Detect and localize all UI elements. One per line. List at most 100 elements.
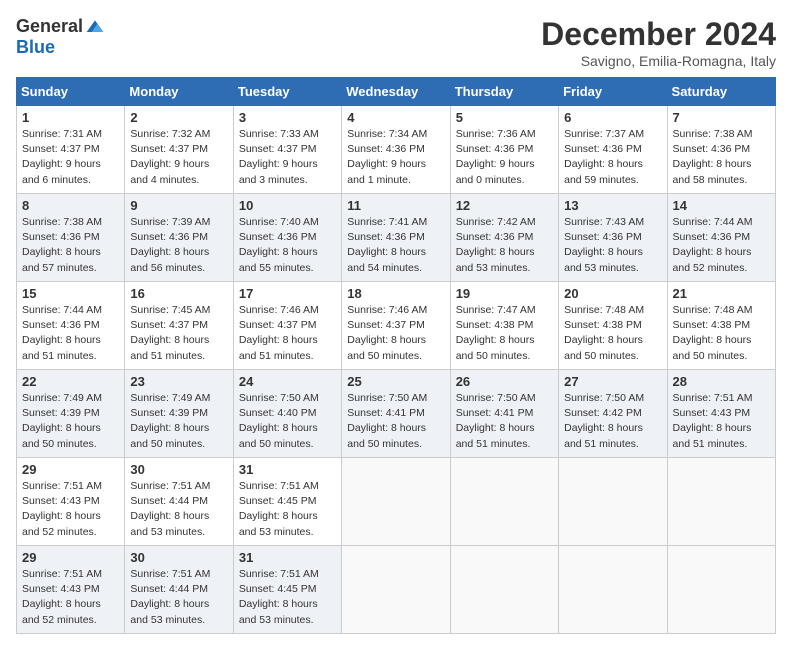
day-info: Sunrise: 7:48 AMSunset: 4:38 PMDaylight:…	[564, 303, 661, 364]
calendar-cell: 16 Sunrise: 7:45 AMSunset: 4:37 PMDaylig…	[125, 282, 233, 370]
day-number: 26	[456, 374, 553, 389]
calendar-cell: 17 Sunrise: 7:46 AMSunset: 4:37 PMDaylig…	[233, 282, 341, 370]
day-number: 6	[564, 110, 661, 125]
day-info: Sunrise: 7:46 AMSunset: 4:37 PMDaylight:…	[239, 303, 336, 364]
location-text: Savigno, Emilia-Romagna, Italy	[541, 53, 776, 69]
day-number: 5	[456, 110, 553, 125]
title-section: December 2024 Savigno, Emilia-Romagna, I…	[541, 16, 776, 69]
logo-icon	[85, 17, 105, 37]
day-info: Sunrise: 7:42 AMSunset: 4:36 PMDaylight:…	[456, 215, 553, 276]
calendar-cell: 28 Sunrise: 7:51 AMSunset: 4:43 PMDaylig…	[667, 370, 775, 458]
day-info: Sunrise: 7:50 AMSunset: 4:40 PMDaylight:…	[239, 391, 336, 452]
calendar-cell: 25 Sunrise: 7:50 AMSunset: 4:41 PMDaylig…	[342, 370, 450, 458]
day-number: 31	[239, 462, 336, 477]
month-title: December 2024	[541, 16, 776, 53]
day-number: 16	[130, 286, 227, 301]
calendar-cell: 26 Sunrise: 7:50 AMSunset: 4:41 PMDaylig…	[450, 370, 558, 458]
day-number: 2	[130, 110, 227, 125]
day-number: 20	[564, 286, 661, 301]
calendar-table: SundayMondayTuesdayWednesdayThursdayFrid…	[16, 77, 776, 634]
calendar-cell: 31 Sunrise: 7:51 AMSunset: 4:45 PMDaylig…	[233, 546, 341, 634]
day-info: Sunrise: 7:50 AMSunset: 4:41 PMDaylight:…	[456, 391, 553, 452]
day-info: Sunrise: 7:47 AMSunset: 4:38 PMDaylight:…	[456, 303, 553, 364]
day-info: Sunrise: 7:33 AMSunset: 4:37 PMDaylight:…	[239, 127, 336, 188]
calendar-header-monday: Monday	[125, 78, 233, 106]
logo-blue-text: Blue	[16, 37, 55, 58]
day-info: Sunrise: 7:44 AMSunset: 4:36 PMDaylight:…	[673, 215, 770, 276]
calendar-cell: 6 Sunrise: 7:37 AMSunset: 4:36 PMDayligh…	[559, 106, 667, 194]
day-number: 21	[673, 286, 770, 301]
calendar-header-saturday: Saturday	[667, 78, 775, 106]
day-info: Sunrise: 7:51 AMSunset: 4:45 PMDaylight:…	[239, 479, 336, 540]
calendar-cell: 10 Sunrise: 7:40 AMSunset: 4:36 PMDaylig…	[233, 194, 341, 282]
page-header: General Blue December 2024 Savigno, Emil…	[16, 16, 776, 69]
calendar-cell: 18 Sunrise: 7:46 AMSunset: 4:37 PMDaylig…	[342, 282, 450, 370]
day-info: Sunrise: 7:37 AMSunset: 4:36 PMDaylight:…	[564, 127, 661, 188]
day-number: 28	[673, 374, 770, 389]
day-number: 12	[456, 198, 553, 213]
calendar-cell: 7 Sunrise: 7:38 AMSunset: 4:36 PMDayligh…	[667, 106, 775, 194]
logo: General Blue	[16, 16, 105, 58]
calendar-cell: 31 Sunrise: 7:51 AMSunset: 4:45 PMDaylig…	[233, 458, 341, 546]
day-number: 3	[239, 110, 336, 125]
calendar-week-row: 1 Sunrise: 7:31 AMSunset: 4:37 PMDayligh…	[17, 106, 776, 194]
calendar-header-thursday: Thursday	[450, 78, 558, 106]
calendar-cell: 23 Sunrise: 7:49 AMSunset: 4:39 PMDaylig…	[125, 370, 233, 458]
day-info: Sunrise: 7:43 AMSunset: 4:36 PMDaylight:…	[564, 215, 661, 276]
day-number: 24	[239, 374, 336, 389]
calendar-cell: 29 Sunrise: 7:51 AMSunset: 4:43 PMDaylig…	[17, 458, 125, 546]
day-number: 29	[22, 462, 119, 477]
calendar-cell: 2 Sunrise: 7:32 AMSunset: 4:37 PMDayligh…	[125, 106, 233, 194]
day-info: Sunrise: 7:41 AMSunset: 4:36 PMDaylight:…	[347, 215, 444, 276]
day-number: 13	[564, 198, 661, 213]
calendar-cell: 21 Sunrise: 7:48 AMSunset: 4:38 PMDaylig…	[667, 282, 775, 370]
day-number: 14	[673, 198, 770, 213]
calendar-header-tuesday: Tuesday	[233, 78, 341, 106]
day-info: Sunrise: 7:51 AMSunset: 4:43 PMDaylight:…	[22, 567, 119, 628]
day-info: Sunrise: 7:49 AMSunset: 4:39 PMDaylight:…	[22, 391, 119, 452]
day-info: Sunrise: 7:51 AMSunset: 4:45 PMDaylight:…	[239, 567, 336, 628]
calendar-cell	[450, 546, 558, 634]
day-info: Sunrise: 7:32 AMSunset: 4:37 PMDaylight:…	[130, 127, 227, 188]
day-number: 7	[673, 110, 770, 125]
calendar-cell: 19 Sunrise: 7:47 AMSunset: 4:38 PMDaylig…	[450, 282, 558, 370]
day-info: Sunrise: 7:51 AMSunset: 4:44 PMDaylight:…	[130, 479, 227, 540]
calendar-header-row: SundayMondayTuesdayWednesdayThursdayFrid…	[17, 78, 776, 106]
calendar-cell: 22 Sunrise: 7:49 AMSunset: 4:39 PMDaylig…	[17, 370, 125, 458]
calendar-cell	[667, 546, 775, 634]
day-number: 4	[347, 110, 444, 125]
calendar-cell	[342, 458, 450, 546]
calendar-cell: 5 Sunrise: 7:36 AMSunset: 4:36 PMDayligh…	[450, 106, 558, 194]
calendar-header-sunday: Sunday	[17, 78, 125, 106]
day-number: 9	[130, 198, 227, 213]
calendar-cell	[559, 546, 667, 634]
calendar-cell: 20 Sunrise: 7:48 AMSunset: 4:38 PMDaylig…	[559, 282, 667, 370]
day-info: Sunrise: 7:50 AMSunset: 4:41 PMDaylight:…	[347, 391, 444, 452]
calendar-cell: 4 Sunrise: 7:34 AMSunset: 4:36 PMDayligh…	[342, 106, 450, 194]
day-number: 25	[347, 374, 444, 389]
calendar-cell: 24 Sunrise: 7:50 AMSunset: 4:40 PMDaylig…	[233, 370, 341, 458]
calendar-week-row: 15 Sunrise: 7:44 AMSunset: 4:36 PMDaylig…	[17, 282, 776, 370]
calendar-header-friday: Friday	[559, 78, 667, 106]
calendar-cell	[342, 546, 450, 634]
calendar-cell: 29 Sunrise: 7:51 AMSunset: 4:43 PMDaylig…	[17, 546, 125, 634]
day-info: Sunrise: 7:45 AMSunset: 4:37 PMDaylight:…	[130, 303, 227, 364]
calendar-cell: 27 Sunrise: 7:50 AMSunset: 4:42 PMDaylig…	[559, 370, 667, 458]
calendar-cell: 14 Sunrise: 7:44 AMSunset: 4:36 PMDaylig…	[667, 194, 775, 282]
day-number: 17	[239, 286, 336, 301]
day-info: Sunrise: 7:31 AMSunset: 4:37 PMDaylight:…	[22, 127, 119, 188]
day-info: Sunrise: 7:51 AMSunset: 4:43 PMDaylight:…	[673, 391, 770, 452]
day-number: 27	[564, 374, 661, 389]
calendar-cell: 30 Sunrise: 7:51 AMSunset: 4:44 PMDaylig…	[125, 458, 233, 546]
calendar-cell: 13 Sunrise: 7:43 AMSunset: 4:36 PMDaylig…	[559, 194, 667, 282]
day-number: 11	[347, 198, 444, 213]
day-info: Sunrise: 7:40 AMSunset: 4:36 PMDaylight:…	[239, 215, 336, 276]
day-info: Sunrise: 7:49 AMSunset: 4:39 PMDaylight:…	[130, 391, 227, 452]
day-info: Sunrise: 7:50 AMSunset: 4:42 PMDaylight:…	[564, 391, 661, 452]
calendar-cell: 9 Sunrise: 7:39 AMSunset: 4:36 PMDayligh…	[125, 194, 233, 282]
day-info: Sunrise: 7:39 AMSunset: 4:36 PMDaylight:…	[130, 215, 227, 276]
day-number: 10	[239, 198, 336, 213]
calendar-header-wednesday: Wednesday	[342, 78, 450, 106]
day-info: Sunrise: 7:51 AMSunset: 4:44 PMDaylight:…	[130, 567, 227, 628]
calendar-cell: 8 Sunrise: 7:38 AMSunset: 4:36 PMDayligh…	[17, 194, 125, 282]
